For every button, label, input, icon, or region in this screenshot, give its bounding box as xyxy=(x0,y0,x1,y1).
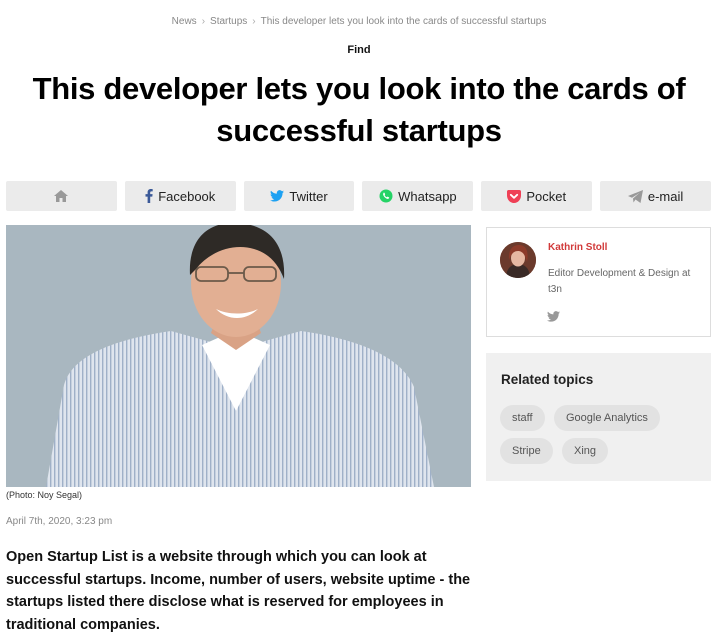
article-lead: Open Startup List is a website through w… xyxy=(6,549,471,633)
pocket-share-button[interactable]: Pocket xyxy=(481,181,593,211)
share-bar: Facebook Twitter Whatsapp Pocket e-mail xyxy=(6,181,711,211)
whatsapp-label: Whatsapp xyxy=(398,188,457,204)
email-label: e-mail xyxy=(647,188,684,204)
breadcrumb-current[interactable]: This developer lets you look into the ca… xyxy=(261,16,547,27)
author-card: Kathrin Stoll Editor Development & Desig… xyxy=(486,227,711,337)
article-kicker: Find xyxy=(347,44,371,56)
breadcrumb-startups[interactable]: Startups xyxy=(210,16,247,27)
home-icon xyxy=(54,190,69,202)
whatsapp-icon xyxy=(379,189,393,203)
breadcrumb-separator: › xyxy=(201,16,206,27)
whatsapp-share-button[interactable]: Whatsapp xyxy=(362,181,474,211)
related-topics-heading: Related topics xyxy=(501,372,594,387)
author-name[interactable]: Kathrin Stoll xyxy=(548,242,607,253)
twitter-share-button[interactable]: Twitter xyxy=(243,181,355,211)
breadcrumb-news[interactable]: News xyxy=(172,16,197,27)
author-role: Editor Development & Design at t3n xyxy=(548,268,691,295)
breadcrumb-separator: › xyxy=(252,16,256,27)
home-button[interactable] xyxy=(6,181,117,211)
facebook-icon xyxy=(145,189,153,203)
photo-caption: (Photo: Noy Segal) xyxy=(6,490,83,500)
email-share-button[interactable]: e-mail xyxy=(600,181,711,211)
publish-date: April 7th, 2020, 3:23 pm xyxy=(6,516,113,527)
tag-google-analytics[interactable]: Google Analytics xyxy=(554,405,660,431)
pocket-icon xyxy=(507,189,522,203)
twitter-label: Twitter xyxy=(289,188,328,204)
twitter-icon[interactable] xyxy=(547,309,560,327)
breadcrumb: News › Startups › This developer lets you lo… xyxy=(0,16,718,27)
twitter-icon xyxy=(270,190,285,202)
facebook-share-button[interactable]: Facebook xyxy=(124,181,236,211)
avatar[interactable] xyxy=(500,242,536,278)
tag-staff[interactable]: staff xyxy=(500,405,545,431)
related-topics: Related topics staff Google Analytics St… xyxy=(486,353,711,481)
pocket-label: Pocket xyxy=(526,188,567,204)
tag-xing[interactable]: Xing xyxy=(562,438,609,464)
tag-stripe[interactable]: Stripe xyxy=(500,438,553,464)
send-icon xyxy=(627,189,643,203)
facebook-label: Facebook xyxy=(158,188,216,204)
article-photo xyxy=(6,225,471,487)
page-title: This developer lets you look into the ca… xyxy=(32,71,686,148)
